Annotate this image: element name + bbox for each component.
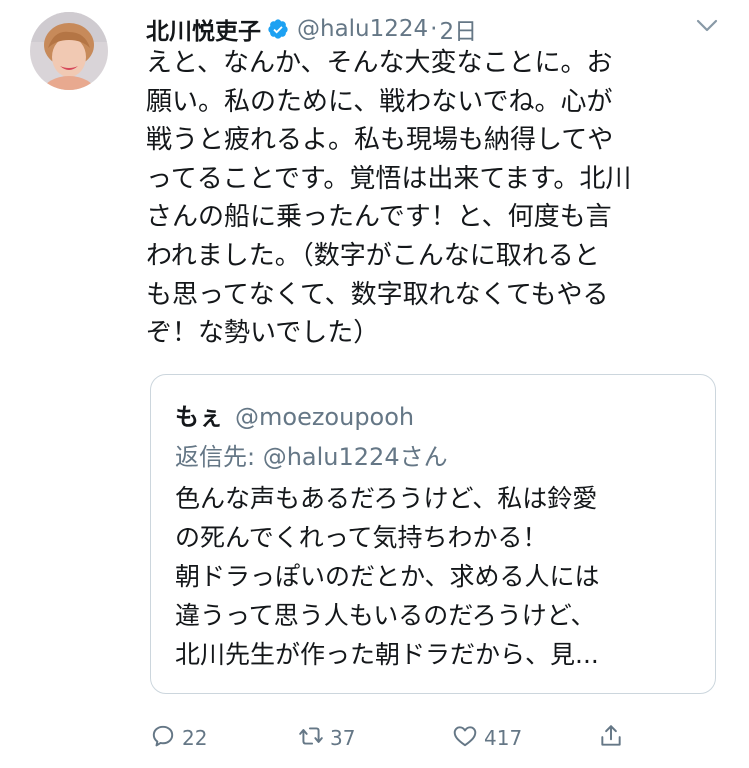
retweet-icon [298,723,330,754]
quoted-reply-to: 返信先: @halu1224さん [175,443,448,471]
retweet-count: 37 [330,726,356,750]
separator-dot: · [430,16,438,42]
quoted-tweet-text: 色んな声もあるだろうけど、私は鈴愛 の死んでくれって気持ちわかる！ 朝ドラっぽい… [175,484,600,669]
quoted-author-handle: @moezoupooh [235,403,415,431]
tweet-header: 北川悦吏子 @halu1224 · 2日 [146,11,477,47]
quoted-tweet-header: もぇ @moezoupooh [175,397,414,432]
like-icon [452,723,484,754]
like-button[interactable]: 417 [452,718,522,758]
avatar[interactable] [30,12,108,90]
share-button[interactable] [598,718,630,758]
author-name[interactable]: 北川悦吏子 [146,12,261,46]
reply-button[interactable]: 22 [150,718,207,758]
quoted-tweet[interactable]: もぇ @moezoupooh 返信先: @halu1224さん 色んな声もあるだ… [150,374,716,694]
like-count: 417 [484,726,523,750]
chevron-down-icon[interactable] [695,16,719,36]
tweet-text: えと、なんか、そんな大変なことに。お 願い。私のために、戦わないでね。心が 戦う… [146,48,632,349]
retweet-button[interactable]: 37 [298,718,355,758]
tweet-actions: 22 37 417 [150,718,650,758]
reply-icon [150,723,182,754]
tweet-timestamp[interactable]: 2日 [439,12,477,46]
verified-badge-icon [267,18,289,40]
quoted-author-name: もぇ [175,403,223,431]
author-handle[interactable]: @halu1224 [297,16,428,42]
reply-count: 22 [182,726,208,750]
share-icon [598,723,630,754]
